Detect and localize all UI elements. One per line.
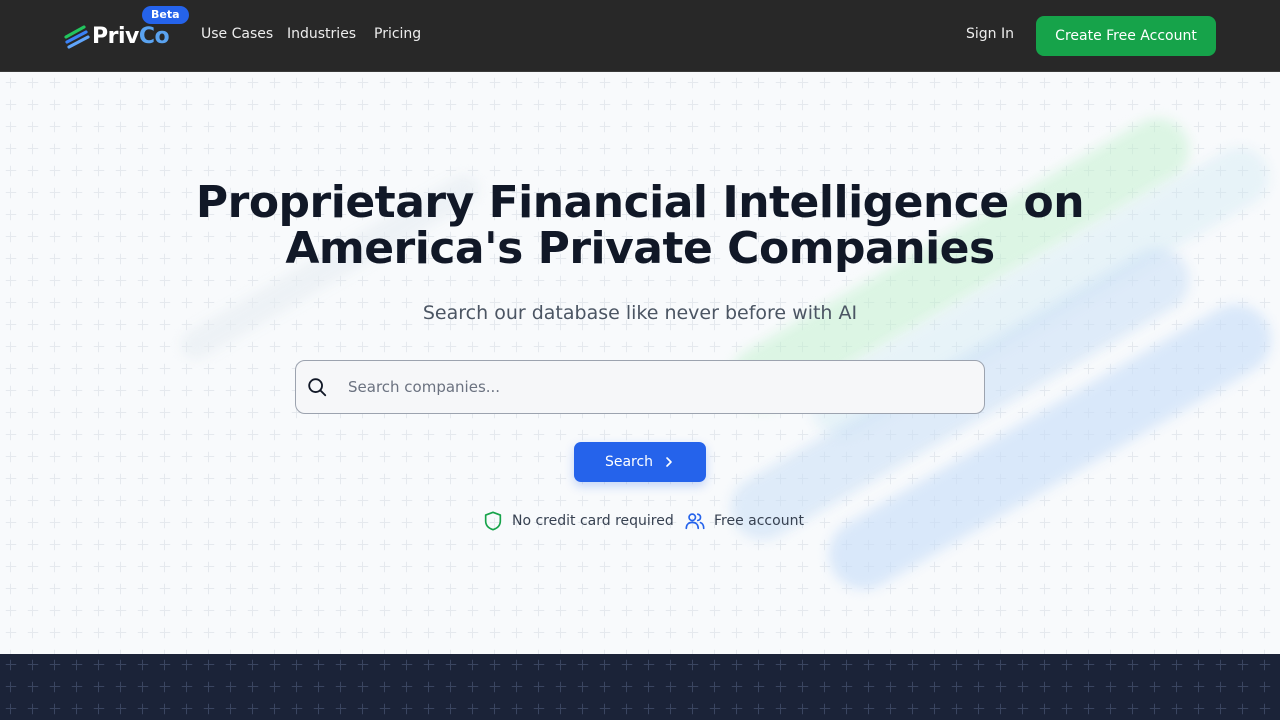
dark-section [0, 654, 1280, 720]
top-nav: PrivCo Beta Use Cases Industries Pricing… [0, 0, 1280, 72]
search-icon [308, 378, 327, 397]
nav-use-cases[interactable]: Use Cases [201, 26, 273, 42]
nav-industries[interactable]: Industries [287, 26, 356, 42]
subheadline: Search our database like never before wi… [422, 302, 858, 324]
headline-line-2: America's Private Companies [285, 223, 995, 274]
sign-in-link[interactable]: Sign In [966, 26, 1014, 42]
search-input[interactable] [348, 367, 968, 407]
privco-logo[interactable]: PrivCo [64, 22, 170, 50]
feature-label: Free account [714, 513, 804, 529]
search-bar [295, 360, 985, 414]
shield-icon [484, 511, 502, 531]
chevron-right-icon [666, 457, 672, 467]
create-free-account-button[interactable]: Create Free Account [1036, 16, 1216, 56]
nav-pricing[interactable]: Pricing [374, 26, 421, 42]
beta-badge: Beta [142, 6, 189, 24]
privco-logo-icon [64, 25, 90, 49]
brand-name: PrivCo [92, 23, 170, 49]
search-button[interactable]: Search [574, 442, 706, 482]
hero-section: Proprietary Financial Intelligence on Am… [0, 72, 1280, 654]
feature-no-credit-card: No credit card required [482, 510, 674, 532]
page-title: Proprietary Financial Intelligence on Am… [160, 180, 1120, 272]
plus-pattern-background [0, 654, 1280, 720]
users-icon [685, 513, 705, 530]
search-button-label: Search [604, 454, 654, 470]
feature-free-account: Free account [684, 510, 804, 532]
headline-line-1: Proprietary Financial Intelligence on [195, 177, 1085, 228]
feature-label: No credit card required [512, 513, 674, 529]
